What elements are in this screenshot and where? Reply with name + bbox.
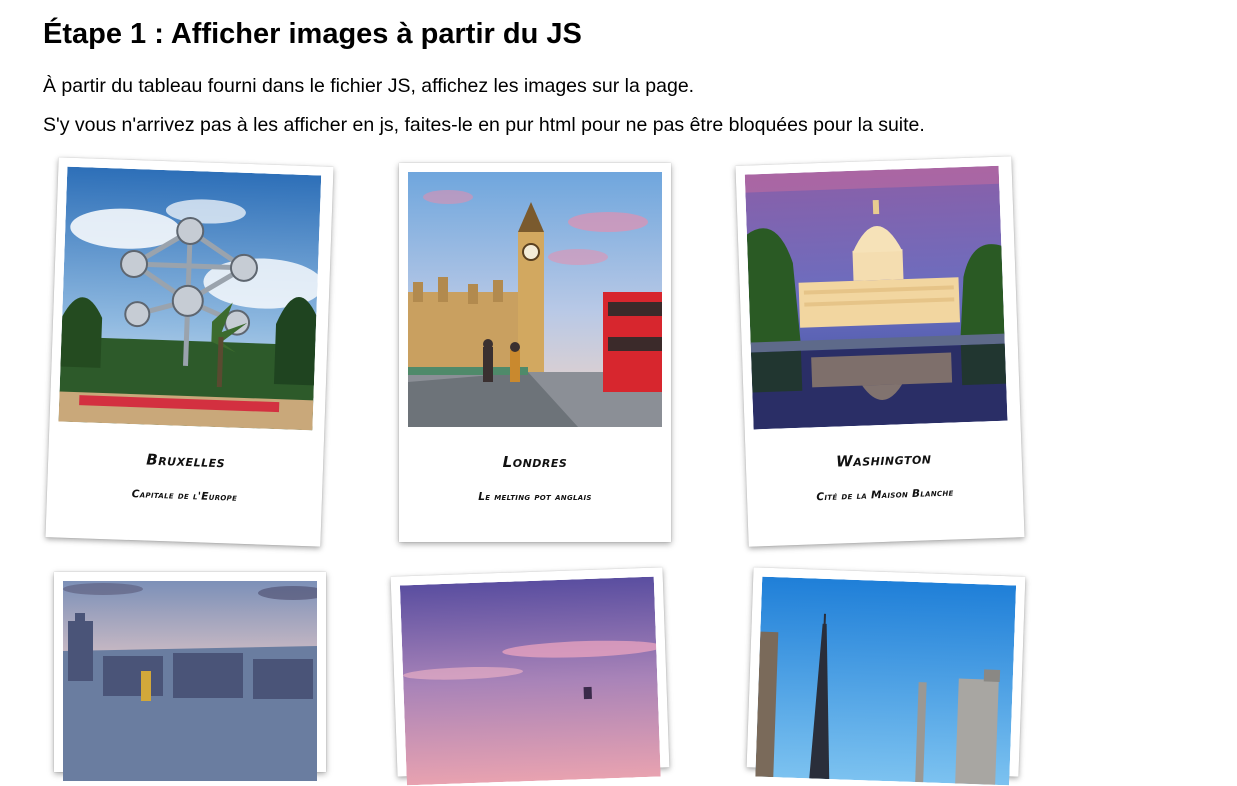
big-ben-photo xyxy=(408,172,662,427)
card-subtitle: Capitale de l'Europe xyxy=(131,488,238,504)
sunset-sky-photo xyxy=(399,576,661,786)
card-subtitle: Cité de la Maison Blanche xyxy=(816,486,954,504)
polaroid-card-5 xyxy=(390,567,670,786)
card-title: Londres xyxy=(502,453,568,471)
polaroid-card-bruxelles: Bruxelles Capitale de l'Europe xyxy=(45,157,334,547)
polaroid-card-washington: Washington Cité de la Maison Blanche xyxy=(735,156,1025,547)
city-skyline-photo xyxy=(63,581,317,781)
polaroid-card-4 xyxy=(54,572,326,781)
page-title: Étape 1 : Afficher images à partir du JS xyxy=(43,18,582,50)
card-title: Washington xyxy=(835,449,932,471)
atomium-photo xyxy=(58,166,322,431)
eiffel-tower-photo xyxy=(755,576,1017,786)
polaroid-card-6 xyxy=(746,567,1026,786)
instruction-paragraph-2: S'y vous n'arrivez pas à les afficher en… xyxy=(43,114,925,136)
polaroid-card-londres: Londres Le melting pot anglais xyxy=(399,163,671,542)
capitol-photo xyxy=(744,165,1008,430)
card-subtitle: Le melting pot anglais xyxy=(478,491,592,503)
instruction-paragraph-1: À partir du tableau fourni dans le fichi… xyxy=(43,75,695,97)
card-title: Bruxelles xyxy=(145,450,226,472)
